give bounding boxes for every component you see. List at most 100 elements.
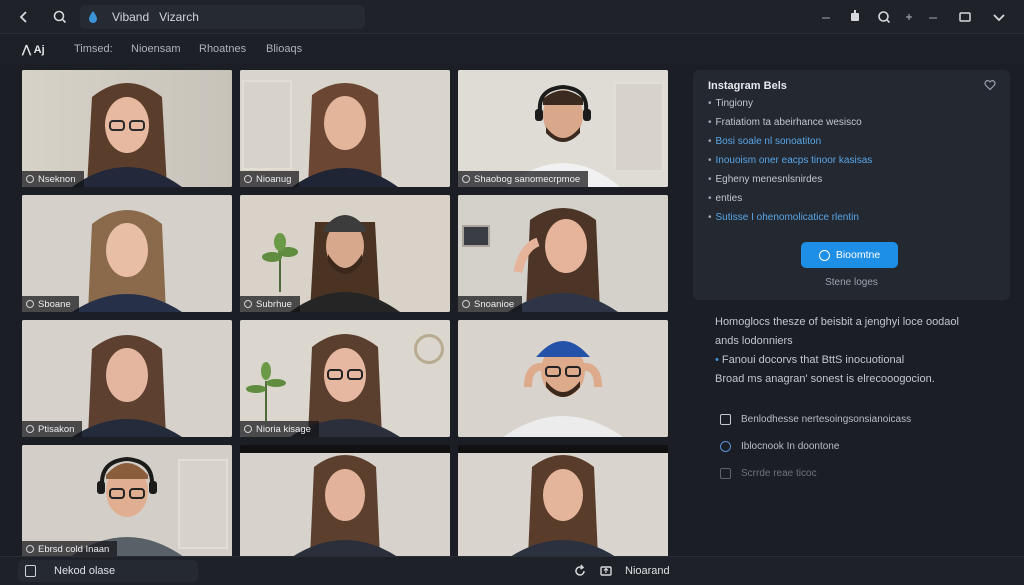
bottom-right-label[interactable]: Nioarand xyxy=(625,565,670,577)
monitor xyxy=(462,225,490,247)
mic-icon xyxy=(244,300,252,308)
description-block: Homoglocs thesze of beisbit a jenghyi lo… xyxy=(715,316,1010,392)
search-icon[interactable] xyxy=(50,7,70,27)
tab-label: Aj xyxy=(33,44,45,56)
option-label: Iblocnook In doontone xyxy=(741,441,840,452)
checkbox-icon[interactable] xyxy=(720,468,731,479)
share-screen-icon[interactable] xyxy=(599,564,613,578)
video-tile[interactable]: Subrhue xyxy=(240,195,450,312)
tab-blioaqs[interactable]: Blioaqs xyxy=(266,43,302,55)
button-label: Bioomtne xyxy=(835,249,881,261)
mic-icon xyxy=(462,175,470,183)
panel-subtext[interactable]: Stene loges xyxy=(693,277,1010,288)
mic-icon xyxy=(26,545,34,553)
chevron-down-icon[interactable] xyxy=(989,7,1009,27)
drop-icon xyxy=(89,11,97,23)
video-tile[interactable]: Shaobog sanomecrpmoe xyxy=(458,70,668,187)
participant-name-bar: Snoanioe xyxy=(458,296,523,312)
option-row[interactable]: Iblocnook In doontone xyxy=(720,441,839,452)
chat-icon xyxy=(818,249,830,261)
tab-nioensam[interactable]: Nioensam xyxy=(131,43,181,55)
list-item-link[interactable]: Sutisse I ohenomolicatice rlentin xyxy=(708,212,998,231)
video-grid: Nseknon Nioanug Shaobog sanomecrpmoe Sbo… xyxy=(22,70,670,557)
participant-name: Subrhue xyxy=(256,298,292,310)
address-bar[interactable]: Viband Vizarch xyxy=(80,5,365,29)
notes-label: Nekod olase xyxy=(54,565,116,577)
participant-name-bar: Subrhue xyxy=(240,296,300,312)
mic-icon xyxy=(244,175,252,183)
description-line: Homoglocs thesze of beisbit a jenghyi lo… xyxy=(715,316,959,328)
tab-home[interactable]: ⋀ Aj xyxy=(22,43,45,56)
bottom-bar: Nekod olase Nioarand xyxy=(0,556,1024,585)
participant-name-bar: Nioria kisage xyxy=(240,421,319,437)
refresh-icon[interactable] xyxy=(573,564,587,578)
option-row[interactable]: Benlodhesse nertesoingsonsianoicass xyxy=(720,414,911,425)
info-panel: Instagram Bels Tingiony Fratiatiom ta ab… xyxy=(693,70,1010,300)
video-tile[interactable]: Sboane xyxy=(22,195,232,312)
minimize-icon[interactable] xyxy=(923,7,943,27)
checkbox-icon[interactable] xyxy=(720,414,731,425)
panel-title: Instagram Bels xyxy=(708,80,787,92)
mic-icon xyxy=(26,300,34,308)
description-line: Broad ms anagran' sonest is elrecooogoci… xyxy=(715,373,935,385)
mic-icon xyxy=(26,175,34,183)
tab-timsed[interactable]: Timsed: xyxy=(74,43,113,55)
maximize-icon[interactable] xyxy=(955,7,975,27)
primary-action-button[interactable]: Bioomtne xyxy=(801,242,898,268)
top-bar: Viband Vizarch xyxy=(0,0,1024,34)
clipboard-icon xyxy=(25,565,36,577)
video-tile[interactable]: Nioanug xyxy=(240,70,450,187)
tab-bar: ⋀ Aj Timsed: Nioensam Rhoatnes Blioaqs xyxy=(0,34,1024,64)
participant-video xyxy=(292,455,398,557)
participant-name-bar: Sboane xyxy=(22,296,79,312)
list-item: Fratiatiom ta abeirhance wesisco xyxy=(708,117,998,136)
participant-video xyxy=(503,341,623,437)
list-item: Tingiony xyxy=(708,98,998,117)
back-arrow-icon[interactable] xyxy=(14,7,34,27)
list-item: enties xyxy=(708,193,998,212)
video-tile[interactable]: Nioria kisage xyxy=(240,320,450,437)
description-line: ands lodonniers xyxy=(715,335,793,347)
mic-icon xyxy=(244,425,252,433)
participant-name-bar: Ebrsd cold Inaan xyxy=(22,541,118,557)
video-tile[interactable] xyxy=(458,445,668,557)
participant-name: Nseknon xyxy=(38,173,76,185)
participant-name-bar: Ptisakon xyxy=(22,421,83,437)
participant-name: Ptisakon xyxy=(38,423,75,435)
option-row[interactable]: Scrrde reae ticoc xyxy=(720,468,817,479)
minus-icon[interactable] xyxy=(816,7,836,27)
mic-icon xyxy=(462,300,470,308)
list-item-link[interactable]: Bosi soale nl sonoatiton xyxy=(708,136,998,155)
participant-name-bar: Nioanug xyxy=(240,171,300,187)
list-item-link[interactable]: Inouoism oner eacps tinoor kasisas xyxy=(708,155,998,174)
option-label: Scrrde reae ticoc xyxy=(741,468,817,479)
participant-name-bar: Nseknon xyxy=(22,171,84,187)
zoom-search-icon[interactable] xyxy=(874,7,894,27)
description-line: Fanoui docorvs that BttS inocuotional xyxy=(715,354,1010,373)
list-item: Egheny menesnlsnirdes xyxy=(708,174,998,193)
participant-name: Nioanug xyxy=(256,173,292,185)
panel-list: Tingiony Fratiatiom ta abeirhance wesisc… xyxy=(708,98,998,231)
participant-video xyxy=(510,455,616,557)
a-logo-icon: ⋀ xyxy=(22,44,34,56)
notes-button[interactable]: Nekod olase xyxy=(18,560,198,582)
participant-name-bar: Shaobog sanomecrpmoe xyxy=(458,171,589,187)
video-tile[interactable] xyxy=(240,445,450,557)
heart-icon[interactable] xyxy=(984,79,996,91)
participant-name: Sboane xyxy=(38,298,71,310)
participant-name: Snoanioe xyxy=(474,298,515,310)
mic-icon xyxy=(26,425,34,433)
plus-icon[interactable] xyxy=(899,7,919,27)
participant-name: Nioria kisage xyxy=(256,423,311,435)
radio-icon[interactable] xyxy=(720,441,731,452)
tab-rhoatnes[interactable]: Rhoatnes xyxy=(199,43,246,55)
video-tile[interactable]: Nseknon xyxy=(22,70,232,187)
option-label: Benlodhesse nertesoingsonsianoicass xyxy=(741,414,912,425)
address-text: Viband Vizarch xyxy=(112,10,199,24)
video-tile[interactable]: Ptisakon xyxy=(22,320,232,437)
extension-icon[interactable] xyxy=(845,7,865,27)
video-tile[interactable]: Snoanioe xyxy=(458,195,668,312)
video-tile[interactable] xyxy=(458,320,668,437)
participant-name: Ebrsd cold Inaan xyxy=(38,543,110,555)
video-tile[interactable]: Ebrsd cold Inaan xyxy=(22,445,232,557)
